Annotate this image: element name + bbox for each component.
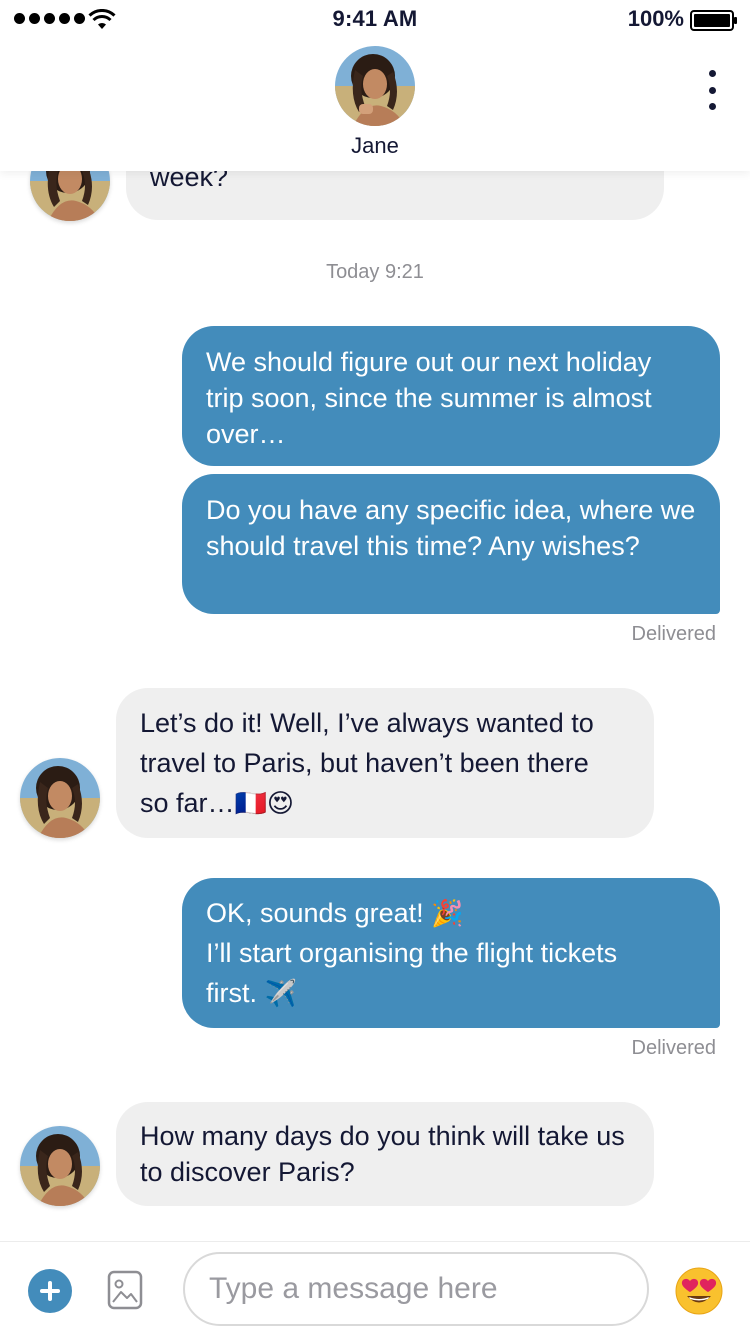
delivery-status: Delivered xyxy=(631,623,716,645)
sender-avatar xyxy=(30,171,110,221)
sender-avatar xyxy=(20,1126,100,1206)
contact-name: Jane xyxy=(351,133,399,158)
sender-avatar xyxy=(20,758,100,838)
chat-header: Jane xyxy=(0,40,750,171)
outgoing-message[interactable]: Do you have any specific idea, where we … xyxy=(182,474,720,614)
france-flag-emoji: 🇫🇷 xyxy=(234,788,267,818)
incoming-message[interactable]: Let’s do it! Well, I’ve always wanted to… xyxy=(116,688,654,838)
incoming-message[interactable]: week? xyxy=(126,171,664,220)
message-line: first. xyxy=(206,978,257,1008)
message-text: How many days do you think will take us … xyxy=(140,1121,625,1187)
heart-eyes-emoji-icon[interactable] xyxy=(675,1267,723,1315)
composer-bar xyxy=(0,1241,750,1334)
airplane-emoji: ✈️ xyxy=(264,978,297,1008)
sender-photo xyxy=(20,1126,100,1206)
contact-photo xyxy=(335,46,415,126)
message-timestamp: Today 9:21 xyxy=(326,261,424,283)
plus-circle-icon[interactable] xyxy=(28,1269,72,1313)
image-icon[interactable] xyxy=(107,1270,143,1310)
more-options-icon[interactable] xyxy=(704,70,720,110)
outgoing-message[interactable]: We should figure out our next holiday tr… xyxy=(182,326,720,466)
message-line: I’ll start organising the flight tickets xyxy=(206,938,618,968)
heart-eyes-emoji: 😍 xyxy=(266,788,295,818)
sender-photo xyxy=(20,758,100,838)
message-list[interactable]: week? Today 9:21 We should figure out ou… xyxy=(0,171,750,1241)
status-bar: 9:41 AM 100% xyxy=(0,0,750,40)
delivery-status: Delivered xyxy=(631,1037,716,1059)
message-line: Let’s do it! Well, I’ve always wanted to xyxy=(140,708,594,738)
incoming-message[interactable]: How many days do you think will take us … xyxy=(116,1102,654,1206)
battery-icon xyxy=(690,10,737,31)
message-line: so far… xyxy=(140,788,235,818)
message-input[interactable] xyxy=(183,1252,649,1326)
contact-avatar[interactable] xyxy=(335,46,415,126)
message-line: OK, sounds great! xyxy=(206,898,424,928)
message-text: week? xyxy=(150,171,229,192)
sender-photo xyxy=(30,171,110,221)
message-text: Do you have any specific idea, where we … xyxy=(206,495,696,561)
message-text: We should figure out our next holiday tr… xyxy=(206,347,652,449)
outgoing-message[interactable]: OK, sounds great! 🎉 I’ll start organisin… xyxy=(182,878,720,1028)
party-popper-emoji: 🎉 xyxy=(431,898,464,928)
battery-percentage: 100% xyxy=(627,6,684,31)
message-line: travel to Paris, but haven’t been there xyxy=(140,748,589,778)
